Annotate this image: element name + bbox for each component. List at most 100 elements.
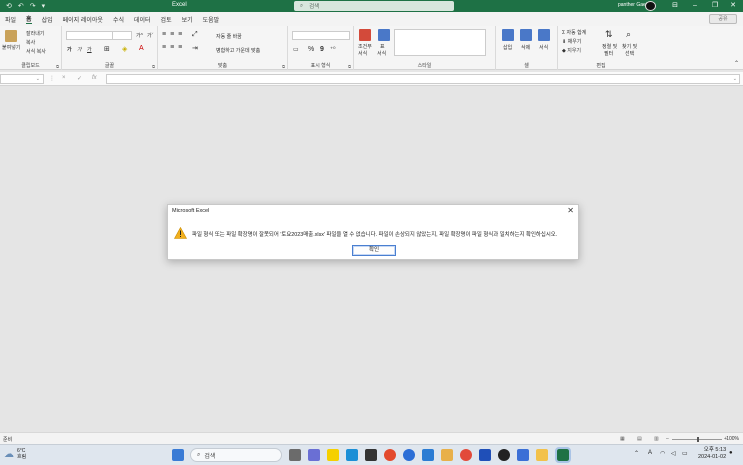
fill-button[interactable]: ⬇ 채우기 — [562, 38, 581, 45]
app-icon[interactable] — [479, 449, 491, 461]
zoom-slider-handle[interactable] — [697, 437, 699, 442]
grow-font-button[interactable]: 가^ — [136, 32, 143, 39]
ok-button[interactable]: 확인 — [352, 245, 396, 256]
undo-icon[interactable]: ↶ — [18, 2, 24, 10]
tab-review[interactable]: 검토 — [161, 15, 172, 24]
copy-button[interactable]: 복사 — [26, 39, 35, 46]
redo-icon[interactable]: ↷ — [30, 2, 36, 10]
tab-file[interactable]: 파일 — [5, 15, 16, 24]
cut-button[interactable]: 잘라내기 — [26, 30, 44, 37]
insert-cells-icon[interactable] — [502, 29, 514, 41]
shrink-font-button[interactable]: 가ˇ — [147, 32, 153, 39]
formula-input[interactable]: ⌄ — [106, 74, 740, 84]
taskbar-search[interactable]: ⌕ 검색 — [190, 448, 282, 462]
tab-view[interactable]: 보기 — [182, 15, 193, 24]
volume-icon[interactable]: ◁ — [671, 450, 676, 457]
borders-icon[interactable]: ⊞ — [104, 45, 110, 53]
chrome-icon[interactable] — [384, 449, 396, 461]
dialog-launcher-icon[interactable]: ⧉ — [348, 64, 351, 69]
chevron-up-icon[interactable]: ⌃ — [634, 450, 639, 457]
delete-button[interactable]: 삭제 — [521, 44, 530, 51]
dialog-launcher-icon[interactable]: ⧉ — [56, 64, 59, 69]
tab-formulas[interactable]: 수식 — [113, 15, 124, 24]
wifi-icon[interactable]: ◠ — [660, 450, 665, 457]
title-search-box[interactable]: ⌕ 검색 — [294, 1, 454, 11]
normal-view-icon[interactable]: ▦ — [620, 436, 625, 442]
paste-icon[interactable] — [5, 30, 17, 42]
italic-button[interactable]: 가 — [77, 46, 82, 53]
zoom-out-icon[interactable]: – — [666, 436, 669, 442]
currency-icon[interactable]: ▭ — [293, 46, 299, 53]
number-format-select[interactable] — [292, 31, 350, 40]
format-button[interactable]: 서식 — [539, 44, 548, 51]
autosave-icon[interactable]: ⟲ — [6, 2, 12, 10]
sort-filter-button[interactable]: 정렬 및 — [602, 43, 617, 50]
underline-button[interactable]: 가 — [87, 46, 92, 53]
insert-button[interactable]: 삽입 — [503, 44, 512, 51]
insert-function-icon[interactable]: fx — [92, 75, 97, 81]
notification-bell-icon[interactable]: ● — [729, 450, 733, 456]
font-size-select[interactable] — [112, 31, 132, 40]
tab-page-layout[interactable]: 페이지 레이아웃 — [63, 15, 103, 24]
weather-widget[interactable]: ☁ 6°C 흐림 — [4, 448, 26, 460]
close-icon[interactable]: ✕ — [567, 206, 574, 215]
tab-insert[interactable]: 삽입 — [42, 15, 53, 24]
indent-icon[interactable]: ⇥ — [192, 44, 198, 52]
cancel-icon[interactable]: × — [62, 75, 66, 81]
cell-styles-gallery[interactable] — [394, 29, 486, 56]
enter-icon[interactable]: ✓ — [77, 75, 82, 82]
file-explorer-icon[interactable] — [536, 449, 548, 461]
close-window-icon[interactable]: ✕ — [723, 0, 743, 12]
bold-button[interactable]: 가 — [67, 46, 72, 53]
app-icon[interactable] — [517, 449, 529, 461]
more-icon[interactable]: ⋮ — [49, 75, 55, 82]
autosum-button[interactable]: Σ 자동 합계 — [562, 29, 586, 36]
chat-icon[interactable] — [308, 449, 320, 461]
dialog-launcher-icon[interactable]: ⧉ — [282, 64, 285, 69]
input-language[interactable]: A — [648, 450, 652, 456]
conditional-format-icon[interactable] — [359, 29, 371, 41]
page-layout-view-icon[interactable]: ▤ — [637, 436, 642, 442]
collapse-ribbon-icon[interactable]: ⌃ — [734, 60, 739, 67]
clear-button[interactable]: ◆ 지우기 — [562, 47, 581, 54]
app-icon[interactable] — [441, 449, 453, 461]
store-icon[interactable] — [422, 449, 434, 461]
format-table-button[interactable]: 표 — [380, 43, 385, 50]
format-cells-icon[interactable] — [538, 29, 550, 41]
delete-cells-icon[interactable] — [520, 29, 532, 41]
wrap-text-button[interactable]: 자동 줄 바꿈 — [216, 33, 242, 40]
share-button[interactable]: 공유 — [709, 14, 737, 24]
app-icon[interactable] — [365, 449, 377, 461]
format-table-icon[interactable] — [378, 29, 390, 41]
user-name[interactable]: panther Gaei — [618, 2, 647, 8]
sort-filter-icon[interactable]: ⇅ — [605, 29, 613, 40]
excel-icon[interactable] — [555, 447, 571, 463]
percent-button[interactable]: % — [308, 46, 314, 53]
zoom-app-icon[interactable] — [403, 449, 415, 461]
customize-qa-icon[interactable]: ▾ — [42, 2, 46, 10]
horizontal-align-icons[interactable]: ≡≡≡ — [162, 44, 186, 51]
battery-icon[interactable]: ▭ — [682, 450, 688, 457]
zoom-level[interactable]: 100% — [726, 436, 739, 442]
comma-button[interactable]: 9 — [320, 46, 324, 53]
kakaotalk-icon[interactable] — [327, 449, 339, 461]
maximize-icon[interactable]: ❐ — [705, 0, 725, 12]
merge-center-button[interactable]: 병합하고 가운데 맞춤 — [216, 47, 260, 54]
conditional-format-button[interactable]: 조건부 — [358, 43, 372, 50]
app-icon[interactable] — [460, 449, 472, 461]
decimal-icon[interactable]: ⁺⁰ — [330, 46, 336, 53]
fill-color-icon[interactable]: ◈ — [122, 45, 127, 53]
tab-home[interactable]: 홈 — [26, 14, 32, 24]
app-icon[interactable] — [498, 449, 510, 461]
orientation-icon[interactable]: ⤢ — [192, 31, 198, 39]
task-view-icon[interactable] — [289, 449, 301, 461]
format-painter-button[interactable]: 서식 복사 — [26, 48, 46, 55]
dialog-launcher-icon[interactable]: ⧉ — [152, 64, 155, 69]
font-color-icon[interactable]: A — [139, 45, 144, 52]
tab-help[interactable]: 도움말 — [203, 15, 220, 24]
start-icon[interactable] — [172, 449, 184, 461]
vertical-align-icons[interactable]: ≡≡≡ — [162, 31, 186, 38]
ribbon-display-icon[interactable]: ⊟ — [665, 0, 685, 12]
tab-data[interactable]: 데이터 — [134, 15, 151, 24]
find-select-button[interactable]: 찾기 및 — [622, 43, 637, 50]
